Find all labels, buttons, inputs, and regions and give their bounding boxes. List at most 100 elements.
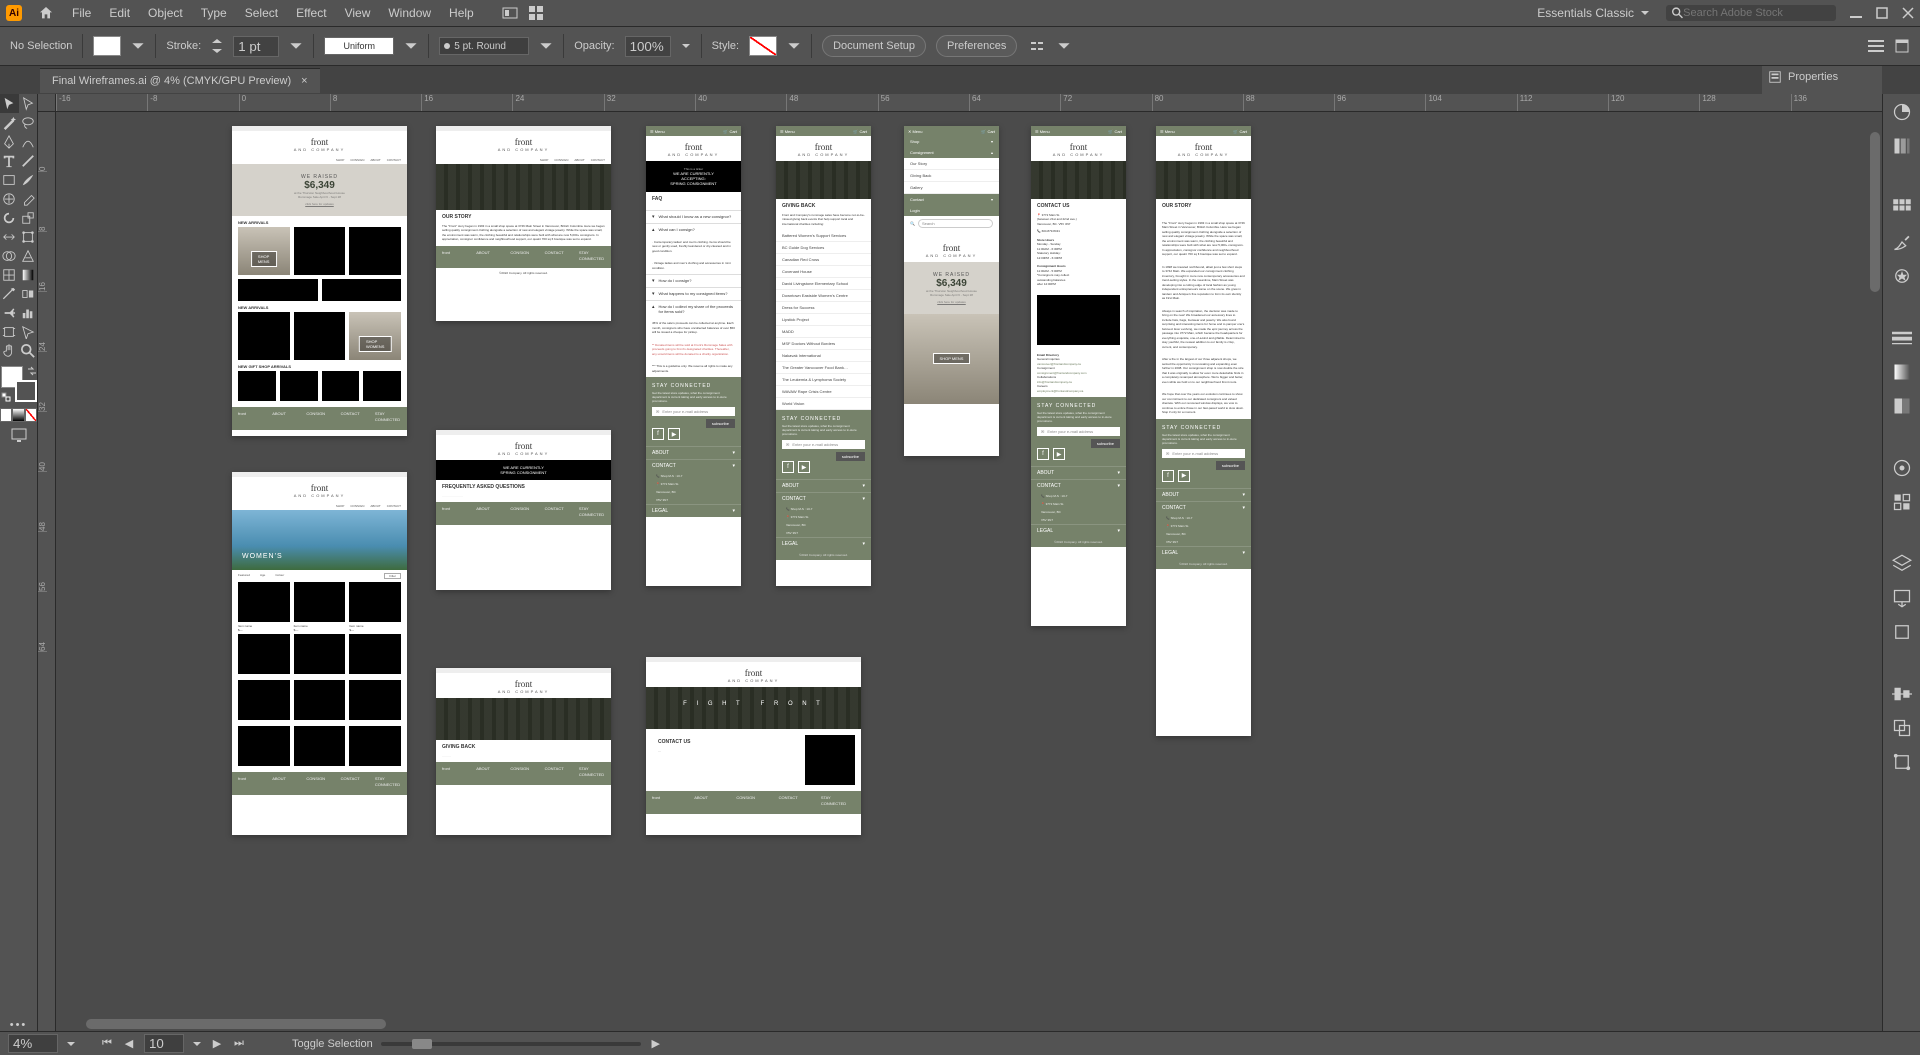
graphic-styles-panel-icon[interactable]: [1892, 492, 1912, 512]
bridge-icon[interactable]: [502, 5, 518, 21]
blend-tool[interactable]: [19, 284, 38, 303]
eraser-tool[interactable]: [19, 189, 38, 208]
last-artboard-button[interactable]: ⏭: [232, 1037, 246, 1051]
stroke-stepper-icon[interactable]: [211, 38, 223, 54]
curvature-tool[interactable]: [19, 132, 38, 151]
menu-file[interactable]: File: [64, 2, 99, 24]
color-guide-panel-icon[interactable]: [1892, 136, 1912, 156]
magic-wand-tool[interactable]: [0, 113, 19, 132]
free-transform-tool[interactable]: [19, 227, 38, 246]
zoom-dropdown-icon[interactable]: [66, 1039, 76, 1049]
workspace-switcher[interactable]: Essentials Classic: [1529, 6, 1658, 20]
shape-builder-tool[interactable]: [0, 246, 19, 265]
lasso-tool[interactable]: [19, 113, 38, 132]
stroke-profile[interactable]: Uniform: [324, 37, 394, 55]
horizontal-ruler[interactable]: -16-808162432404856647280889610411212012…: [56, 94, 1882, 112]
maximize-button[interactable]: [1876, 7, 1888, 19]
pen-tool[interactable]: [0, 132, 19, 151]
appearance-panel-icon[interactable]: [1892, 458, 1912, 478]
line-tool[interactable]: [19, 151, 38, 170]
more-dropdown-icon[interactable]: [1057, 39, 1071, 53]
home-icon[interactable]: [38, 5, 54, 21]
color-panel-icon[interactable]: [1892, 102, 1912, 122]
width-tool[interactable]: [0, 227, 19, 246]
arrange-icon[interactable]: [528, 5, 544, 21]
perspective-grid-tool[interactable]: [19, 246, 38, 265]
zoom-tool[interactable]: [19, 341, 38, 360]
fill-stroke-indicator[interactable]: [1, 366, 37, 402]
slider-next-icon[interactable]: ▶: [649, 1037, 663, 1051]
vertical-ruler[interactable]: 0816243240485664: [38, 112, 56, 1031]
eyedropper-tool[interactable]: [0, 284, 19, 303]
vertical-scrollbar[interactable]: [1868, 112, 1882, 1031]
style-dropdown-icon[interactable]: [787, 39, 801, 53]
first-artboard-button[interactable]: ⏮: [100, 1037, 114, 1051]
shaper-tool[interactable]: [0, 189, 19, 208]
swap-fill-stroke-icon[interactable]: [27, 366, 37, 376]
default-fill-stroke-icon[interactable]: [1, 392, 11, 402]
brush-picker[interactable]: 5 pt. Round: [439, 37, 529, 55]
navigator-slider[interactable]: [381, 1042, 641, 1046]
prev-artboard-button[interactable]: ◀: [122, 1037, 136, 1051]
menu-window[interactable]: Window: [380, 2, 439, 24]
graphic-style-swatch[interactable]: [749, 36, 777, 56]
menu-effect[interactable]: Effect: [288, 2, 334, 24]
symbol-sprayer-tool[interactable]: [0, 303, 19, 322]
graph-tool[interactable]: [19, 303, 38, 322]
menu-type[interactable]: Type: [193, 2, 235, 24]
align-link-icon[interactable]: [1027, 38, 1047, 54]
gradient-mode[interactable]: [12, 408, 24, 422]
stock-search-input[interactable]: [1683, 7, 1830, 19]
menu-select[interactable]: Select: [237, 2, 286, 24]
none-mode[interactable]: [25, 408, 37, 422]
document-setup-button[interactable]: Document Setup: [822, 35, 926, 57]
hand-tool[interactable]: [0, 341, 19, 360]
artboard-index-input[interactable]: [144, 1034, 184, 1053]
horizontal-scrollbar[interactable]: [56, 1017, 1868, 1031]
rotate-tool[interactable]: [0, 208, 19, 227]
artboard-dropdown-icon[interactable]: [192, 1039, 202, 1049]
transparency-panel-icon[interactable]: [1892, 396, 1912, 416]
menu-view[interactable]: View: [337, 2, 379, 24]
app-icon[interactable]: Ai: [6, 5, 22, 21]
menu-edit[interactable]: Edit: [101, 2, 138, 24]
mesh-tool[interactable]: [0, 265, 19, 284]
brush-dropdown-icon[interactable]: [539, 39, 553, 53]
swatches-panel-icon[interactable]: [1892, 198, 1912, 218]
slice-tool[interactable]: [19, 322, 38, 341]
artboards-panel-icon[interactable]: [1892, 622, 1912, 642]
fill-dropdown-icon[interactable]: [131, 39, 145, 53]
next-artboard-button[interactable]: ▶: [210, 1037, 224, 1051]
fill-swatch[interactable]: [93, 36, 121, 56]
stroke-panel-icon[interactable]: [1892, 328, 1912, 348]
stroke-dropdown-icon[interactable]: [289, 39, 303, 53]
canvas[interactable]: frontAND COMPANY SHOPCONSIGNABOUTCONTACT…: [56, 112, 1882, 1031]
layers-panel-icon[interactable]: [1892, 554, 1912, 574]
minimize-button[interactable]: [1850, 7, 1862, 19]
close-window-button[interactable]: [1902, 7, 1914, 19]
stock-search[interactable]: [1666, 5, 1836, 21]
scale-tool[interactable]: [19, 208, 38, 227]
document-tab[interactable]: Final Wireframes.ai @ 4% (CMYK/GPU Previ…: [40, 68, 320, 93]
edit-toolbar-icon[interactable]: •••: [0, 1019, 37, 1031]
paintbrush-tool[interactable]: [19, 170, 38, 189]
asset-export-panel-icon[interactable]: [1892, 588, 1912, 608]
rectangle-tool[interactable]: [0, 170, 19, 189]
ruler-origin[interactable]: [38, 94, 56, 112]
screen-mode[interactable]: [0, 426, 37, 444]
color-mode[interactable]: [0, 408, 12, 422]
selection-tool[interactable]: [0, 94, 19, 113]
align-panel-icon[interactable]: [1892, 684, 1912, 704]
preferences-button[interactable]: Preferences: [936, 35, 1017, 57]
transform-panel-icon[interactable]: [1892, 752, 1912, 772]
menu-object[interactable]: Object: [140, 2, 191, 24]
panel-expand-icon[interactable]: [1894, 38, 1910, 54]
opacity-input[interactable]: [625, 36, 671, 57]
brushes-panel-icon[interactable]: [1892, 232, 1912, 252]
stroke-color[interactable]: [15, 380, 37, 402]
stroke-weight-input[interactable]: [233, 36, 279, 57]
menu-help[interactable]: Help: [441, 2, 482, 24]
symbols-panel-icon[interactable]: [1892, 266, 1912, 286]
gradient-tool[interactable]: [19, 265, 38, 284]
direct-selection-tool[interactable]: [19, 94, 38, 113]
